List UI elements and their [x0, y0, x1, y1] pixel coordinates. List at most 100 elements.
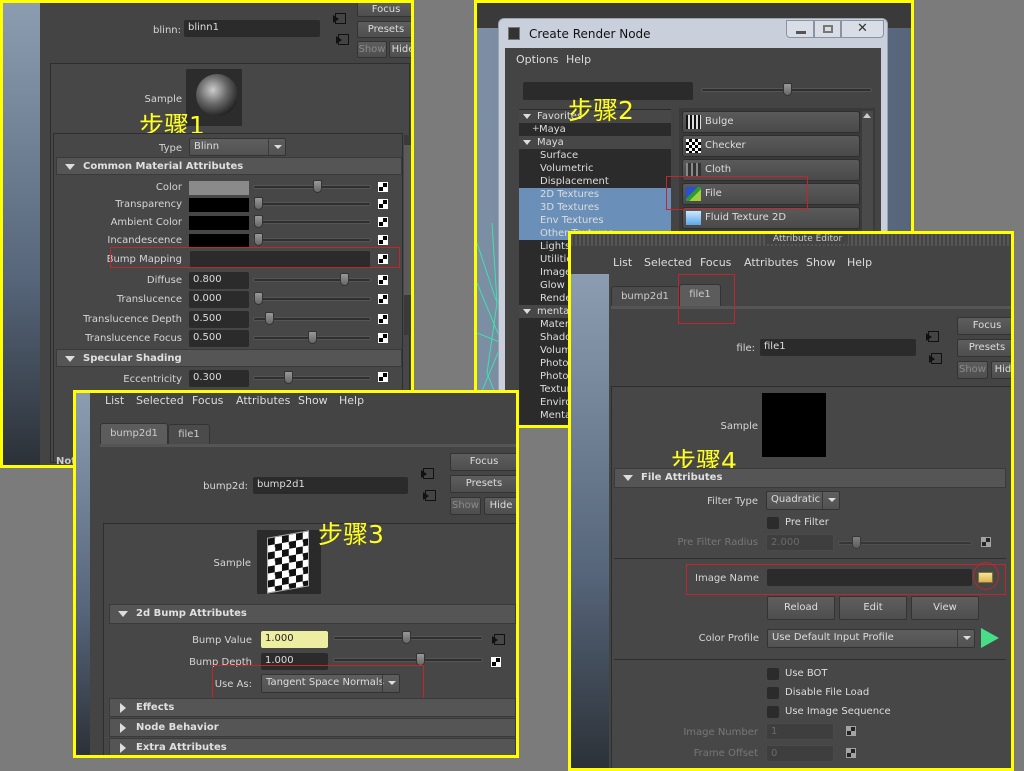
- translucence-focus-field[interactable]: 0.500: [189, 330, 249, 347]
- map-texture-icon[interactable]: [378, 294, 388, 304]
- hide-button[interactable]: Hide: [389, 41, 411, 58]
- menu-focus[interactable]: Focus: [192, 394, 223, 407]
- translucence-depth-field[interactable]: 0.500: [189, 311, 249, 328]
- expand-triangle-icon[interactable]: [523, 309, 531, 314]
- color-wheel-icon[interactable]: [981, 628, 999, 648]
- tab-file1[interactable]: file1: [168, 424, 210, 444]
- input-connection-icon[interactable]: [926, 331, 939, 342]
- pre-filter-checkbox[interactable]: [767, 517, 779, 529]
- icon-size-slider[interactable]: [701, 83, 872, 96]
- translucence-depth-slider[interactable]: [253, 312, 371, 325]
- use-image-sequence-checkbox[interactable]: [767, 706, 779, 718]
- reload-button[interactable]: Reload: [767, 596, 835, 620]
- node-name-field[interactable]: bump2d1: [253, 477, 408, 494]
- effects-header[interactable]: Effects: [109, 698, 516, 717]
- tree-item[interactable]: Surface: [540, 149, 578, 162]
- node-button-bulge[interactable]: Bulge: [682, 111, 860, 133]
- map-texture-icon[interactable]: [378, 199, 388, 209]
- tree-item[interactable]: Displacement: [540, 175, 609, 188]
- map-texture-icon[interactable]: [378, 217, 388, 227]
- input-connection-icon[interactable]: [492, 634, 505, 645]
- input-connection-icon[interactable]: [333, 13, 346, 24]
- slider-handle[interactable]: [783, 83, 792, 96]
- bump-depth-slider[interactable]: [333, 653, 483, 666]
- presets-button[interactable]: Presets: [450, 475, 516, 493]
- tree-item[interactable]: 2D Textures: [540, 188, 599, 201]
- slider-handle[interactable]: [340, 273, 350, 286]
- disable-file-load-checkbox[interactable]: [767, 687, 779, 699]
- node-behavior-header[interactable]: Node Behavior: [109, 718, 516, 737]
- maximize-button[interactable]: [814, 20, 841, 38]
- focus-button[interactable]: Focus: [957, 317, 1011, 335]
- expand-triangle-icon[interactable]: [523, 114, 531, 119]
- menu-selected[interactable]: Selected: [644, 256, 692, 269]
- tree-item[interactable]: Maya: [539, 123, 566, 136]
- menu-list[interactable]: List: [105, 394, 124, 407]
- color-profile-dropdown[interactable]: Use Default Input Profile: [767, 629, 975, 648]
- map-texture-icon[interactable]: [378, 372, 388, 382]
- menu-options[interactable]: Options: [516, 53, 558, 66]
- output-connection-icon[interactable]: [929, 353, 942, 364]
- menu-help[interactable]: Help: [566, 53, 591, 66]
- output-connection-icon[interactable]: [423, 490, 436, 501]
- specular-shading-header[interactable]: Specular Shading: [56, 349, 402, 367]
- eccentricity-slider[interactable]: [253, 371, 371, 384]
- node-button-checker[interactable]: Checker: [682, 135, 860, 157]
- map-texture-icon[interactable]: [491, 657, 501, 667]
- node-name-field[interactable]: file1: [760, 339, 916, 356]
- scroll-up-icon[interactable]: [863, 113, 871, 118]
- file-attributes-header[interactable]: File Attributes: [614, 468, 1006, 488]
- image-number-field[interactable]: 1: [766, 723, 834, 740]
- menu-attributes[interactable]: Attributes: [236, 394, 290, 407]
- filter-type-dropdown[interactable]: Quadratic: [766, 491, 840, 510]
- menu-show[interactable]: Show: [298, 394, 328, 407]
- slider-handle[interactable]: [284, 371, 293, 384]
- focus-button[interactable]: Focus: [450, 453, 516, 471]
- tree-item[interactable]: Env Textures: [540, 214, 604, 227]
- ambient-color-slider[interactable]: [253, 215, 371, 228]
- tree-item[interactable]: Volumetric: [540, 162, 594, 175]
- menu-selected[interactable]: Selected: [136, 394, 184, 407]
- node-button-fluid-texture-2d[interactable]: Fluid Texture 2D: [682, 207, 860, 229]
- slider-handle[interactable]: [254, 292, 263, 305]
- diffuse-slider[interactable]: [253, 273, 371, 286]
- expand-triangle-icon[interactable]: [523, 140, 531, 145]
- menu-attributes[interactable]: Attributes: [744, 256, 798, 269]
- plus-icon[interactable]: +: [532, 123, 540, 136]
- presets-button[interactable]: Presets: [957, 339, 1011, 357]
- minimize-button[interactable]: [786, 20, 814, 38]
- map-texture-icon[interactable]: [846, 748, 856, 758]
- tree-item[interactable]: Image: [540, 266, 571, 279]
- use-bot-checkbox[interactable]: [767, 668, 779, 680]
- map-texture-icon[interactable]: [378, 275, 388, 285]
- map-texture-icon[interactable]: [846, 726, 856, 736]
- bump-attributes-header[interactable]: 2d Bump Attributes: [109, 604, 516, 624]
- tree-item[interactable]: Glow: [540, 279, 565, 292]
- map-texture-icon[interactable]: [981, 537, 991, 547]
- output-connection-icon[interactable]: [336, 34, 349, 45]
- transparency-slider[interactable]: [253, 197, 371, 210]
- tree-item[interactable]: Lights: [540, 240, 570, 253]
- tab-bump2d1[interactable]: bump2d1: [611, 286, 679, 306]
- menu-show[interactable]: Show: [806, 256, 836, 269]
- slider-handle[interactable]: [254, 233, 263, 246]
- map-texture-icon[interactable]: [378, 182, 388, 192]
- show-button[interactable]: Show: [957, 361, 988, 379]
- color-slider[interactable]: [253, 180, 371, 193]
- tree-item[interactable]: Maya: [537, 136, 564, 149]
- scrollbar[interactable]: [404, 135, 411, 335]
- hide-button[interactable]: Hide: [484, 497, 516, 515]
- frame-offset-field[interactable]: 0: [766, 745, 834, 762]
- edit-button[interactable]: Edit: [839, 596, 907, 620]
- menu-list[interactable]: List: [613, 256, 632, 269]
- slider-handle[interactable]: [308, 331, 317, 344]
- eccentricity-field[interactable]: 0.300: [189, 370, 249, 387]
- translucence-focus-slider[interactable]: [253, 331, 371, 344]
- menu-focus[interactable]: Focus: [700, 256, 731, 269]
- pre-filter-radius-field[interactable]: 2.000: [766, 534, 834, 551]
- transparency-color-swatch[interactable]: [189, 198, 249, 212]
- slider-handle[interactable]: [254, 197, 263, 210]
- map-texture-icon[interactable]: [378, 314, 388, 324]
- translucence-slider[interactable]: [253, 292, 371, 305]
- scrollbar-thumb[interactable]: [404, 145, 411, 295]
